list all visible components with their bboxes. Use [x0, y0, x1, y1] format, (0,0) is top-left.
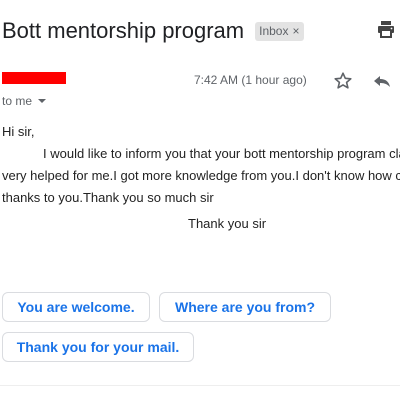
print-icon: [378, 21, 394, 38]
body-line: thanks to you.Thank you so much sir: [2, 190, 214, 205]
email-view: Bott mentorship program Inbox × 7:42 AM …: [0, 0, 400, 400]
remove-label-button[interactable]: ×: [292, 23, 299, 40]
inbox-label[interactable]: Inbox ×: [255, 21, 305, 41]
recipient-details-toggle[interactable]: to me: [2, 94, 47, 108]
inbox-label-text: Inbox: [259, 23, 289, 38]
smart-reply-button[interactable]: You are welcome.: [2, 292, 150, 322]
body-greeting: Hi sir,: [2, 124, 35, 139]
body-line: I would like to inform you that your bot…: [43, 146, 400, 161]
email-body: Hi sir, I would like to inform you that …: [2, 121, 400, 209]
chevron-down-icon: [38, 99, 47, 103]
reply-icon: [374, 76, 390, 87]
subject-row: Bott mentorship program Inbox ×: [2, 14, 305, 48]
email-timestamp: 7:42 AM (1 hour ago): [194, 73, 307, 87]
sender-name-redacted: [2, 72, 66, 84]
recipient-text: to me: [2, 94, 33, 108]
divider: [0, 385, 400, 386]
smart-reply-button[interactable]: Thank you for your mail.: [2, 332, 194, 362]
star-icon: [334, 72, 352, 89]
smart-reply-button[interactable]: Where are you from?: [159, 292, 331, 322]
reply-button[interactable]: [372, 71, 392, 91]
email-subject: Bott mentorship program: [2, 18, 245, 43]
body-signoff: Thank you sir: [188, 216, 267, 231]
print-button[interactable]: [376, 19, 396, 39]
body-line: very helped for me.I got more knowledge …: [2, 168, 400, 183]
star-button[interactable]: [333, 71, 353, 91]
